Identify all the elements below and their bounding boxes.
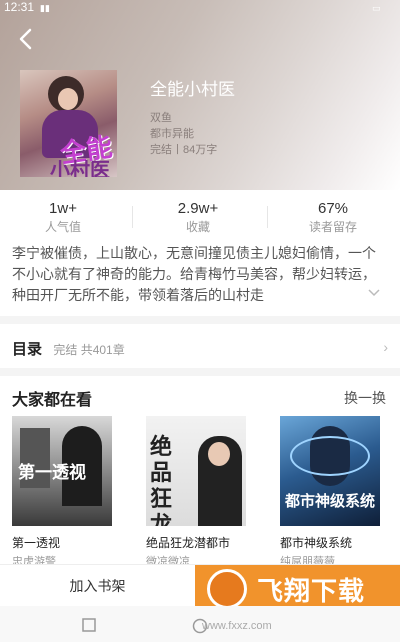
signal-icon: ▮▮ [40,3,50,13]
book-cover: 全能 小村医 [20,70,117,177]
section-divider [0,316,400,324]
book-cover: 绝品狂龙 [146,416,246,526]
book-status: 完结丨84万字 [150,144,218,156]
book-cover: 都市神级系统 [280,416,380,526]
refresh-button[interactable]: 换一换 [344,388,386,408]
divider [267,206,268,228]
book-category: 都市异能 [150,128,194,140]
book-cover: 第一透视 [12,416,112,526]
stat-value: 2.9w+ [177,200,219,217]
stat-retention: 67% 读者留存 [278,200,388,235]
chevron-left-icon [19,28,32,50]
stats-row: 1w+ 人气值 2.9w+ 收藏 67% 读者留存 [0,200,400,238]
bottom-action-bar: 加入书架 飞翔下载 [0,564,400,609]
expand-description-button[interactable] [367,287,381,301]
stat-value: 1w+ [49,200,77,217]
stat-favorites: 2.9w+ 收藏 [143,200,253,235]
status-time: 12:31 [4,0,35,14]
watermark-logo-icon [207,569,247,609]
chevron-down-icon [368,289,380,297]
add-to-shelf-button[interactable]: 加入书架 [0,565,195,607]
system-nav-bar [0,606,400,642]
square-icon [82,618,96,632]
cover-title-line2: 小村医 [50,158,110,177]
stat-label: 读者留存 [308,220,357,234]
chevron-right-icon: › [383,339,388,355]
stat-label: 人气值 [44,220,81,234]
toc-label: 目录 [12,341,43,358]
book-author: 双鱼 [150,112,172,124]
stat-label: 收藏 [185,220,210,234]
toc-info: 完结 共401章 [53,343,125,357]
recommend-section-title: 大家都在看 [12,392,93,409]
cover-text: 第一透视 [18,463,86,483]
watermark-url: www.fxxz.com [202,620,272,632]
recommend-book-2[interactable]: 绝品狂龙 绝品狂龙潜都市 微凉微凉 [146,416,246,569]
divider [132,206,133,228]
book-name: 第一透视 [12,536,61,550]
stat-popularity: 1w+ 人气值 [8,200,118,235]
watermark-text: 飞翔下载 [257,576,366,606]
book-title: 全能小村医 [150,80,235,99]
stat-value: 67% [317,200,349,217]
recommend-book-1[interactable]: 第一透视 第一透视 忠虎游警 [12,416,112,569]
table-of-contents-row[interactable]: 目录 完结 共401章 › [12,338,388,358]
back-button[interactable] [14,26,40,52]
book-name: 都市神级系统 [280,536,353,550]
book-name: 绝品狂龙潜都市 [146,536,231,550]
cover-text: 都市神级系统 [284,493,375,510]
cover-text: 绝品狂龙 [150,434,173,526]
section-divider [0,368,400,376]
recommend-book-3[interactable]: 都市神级系统 都市神级系统 纯屌朋薇薇 [280,416,380,569]
read-button[interactable]: 飞翔下载 [195,565,400,609]
status-bar: 12:31 ▮▮ ▭ [0,0,400,16]
book-header: 12:31 ▮▮ ▭ 全能 小村医 全能小村医 双鱼 都市异能 完结丨84万字 [0,0,400,190]
battery-icon: ▭ [372,3,381,13]
recent-apps-button[interactable] [82,618,96,637]
